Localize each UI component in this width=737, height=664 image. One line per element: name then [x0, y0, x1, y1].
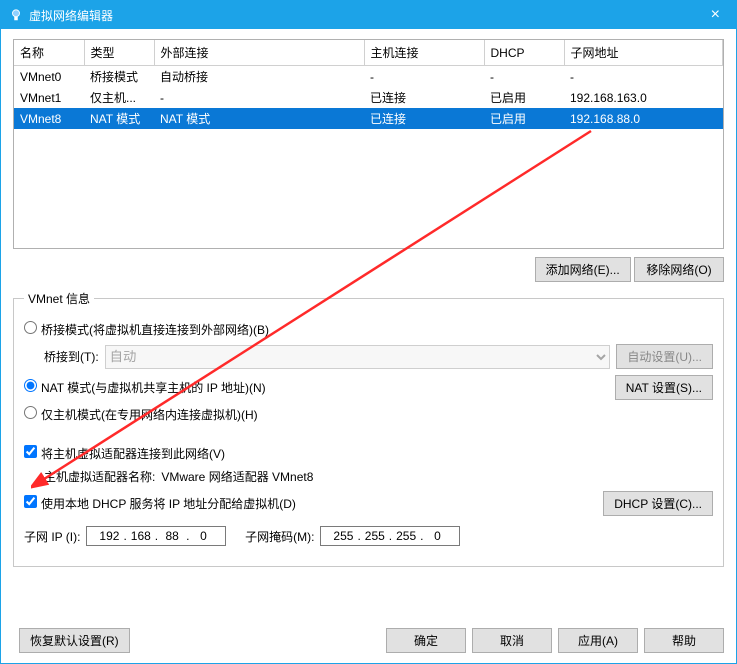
column-header[interactable]: 子网地址: [564, 40, 723, 66]
apply-button[interactable]: 应用(A): [558, 628, 638, 653]
nat-settings-button[interactable]: NAT 设置(S)...: [615, 375, 713, 400]
nat-radio[interactable]: NAT 模式(与虚拟机共享主机的 IP 地址)(N): [24, 379, 266, 396]
connect-host-checkbox[interactable]: 将主机虚拟适配器连接到此网络(V): [24, 445, 225, 462]
subnet-ip-input[interactable]: 192 168 88 0: [86, 526, 226, 546]
network-table[interactable]: 名称类型外部连接主机连接DHCP子网地址 VMnet0桥接模式自动桥接---VM…: [13, 39, 724, 249]
subnet-mask-input[interactable]: 255 255 255 0: [320, 526, 460, 546]
adapter-name-label: 主机虚拟适配器名称:: [44, 468, 155, 485]
help-button[interactable]: 帮助: [644, 628, 724, 653]
ok-button[interactable]: 确定: [386, 628, 466, 653]
restore-defaults-button[interactable]: 恢复默认设置(R): [19, 628, 130, 653]
remove-network-button[interactable]: 移除网络(O): [634, 257, 724, 282]
cancel-button[interactable]: 取消: [472, 628, 552, 653]
bridged-to-label: 桥接到(T):: [44, 348, 99, 365]
hostonly-radio[interactable]: 仅主机模式(在专用网络内连接虚拟机)(H): [24, 406, 258, 423]
close-icon[interactable]: ×: [703, 6, 728, 24]
table-row[interactable]: VMnet1仅主机...-已连接已启用192.168.163.0: [14, 87, 723, 108]
subnet-mask-label: 子网掩码(M):: [245, 528, 314, 545]
column-header[interactable]: 名称: [14, 40, 84, 66]
app-icon: [9, 8, 23, 22]
column-header[interactable]: 主机连接: [364, 40, 484, 66]
dhcp-checkbox[interactable]: 使用本地 DHCP 服务将 IP 地址分配给虚拟机(D): [24, 495, 296, 512]
window-title: 虚拟网络编辑器: [29, 7, 113, 24]
column-header[interactable]: 类型: [84, 40, 154, 66]
subnet-ip-label: 子网 IP (I):: [24, 528, 80, 545]
table-row[interactable]: VMnet0桥接模式自动桥接---: [14, 66, 723, 88]
column-header[interactable]: 外部连接: [154, 40, 364, 66]
vmnet-info-legend: VMnet 信息: [24, 290, 94, 307]
dhcp-settings-button[interactable]: DHCP 设置(C)...: [603, 491, 713, 516]
bridged-radio[interactable]: 桥接模式(将虚拟机直接连接到外部网络)(B): [24, 321, 269, 338]
adapter-name-value: VMware 网络适配器 VMnet8: [161, 468, 313, 485]
bridged-to-select: 自动: [105, 345, 611, 369]
dialog-footer: 恢复默认设置(R) 确定 取消 应用(A) 帮助: [13, 628, 724, 653]
window-frame: 虚拟网络编辑器 × 名称类型外部连接主机连接DHCP子网地址 VMnet0桥接模…: [0, 0, 737, 664]
column-header[interactable]: DHCP: [484, 40, 564, 66]
title-bar: 虚拟网络编辑器 ×: [1, 1, 736, 29]
auto-settings-button: 自动设置(U)...: [616, 344, 713, 369]
vmnet-info-group: VMnet 信息 桥接模式(将虚拟机直接连接到外部网络)(B) 桥接到(T): …: [13, 290, 724, 567]
client-area: 名称类型外部连接主机连接DHCP子网地址 VMnet0桥接模式自动桥接---VM…: [1, 29, 736, 587]
table-row[interactable]: VMnet8NAT 模式NAT 模式已连接已启用192.168.88.0: [14, 108, 723, 129]
add-network-button[interactable]: 添加网络(E)...: [535, 257, 631, 282]
